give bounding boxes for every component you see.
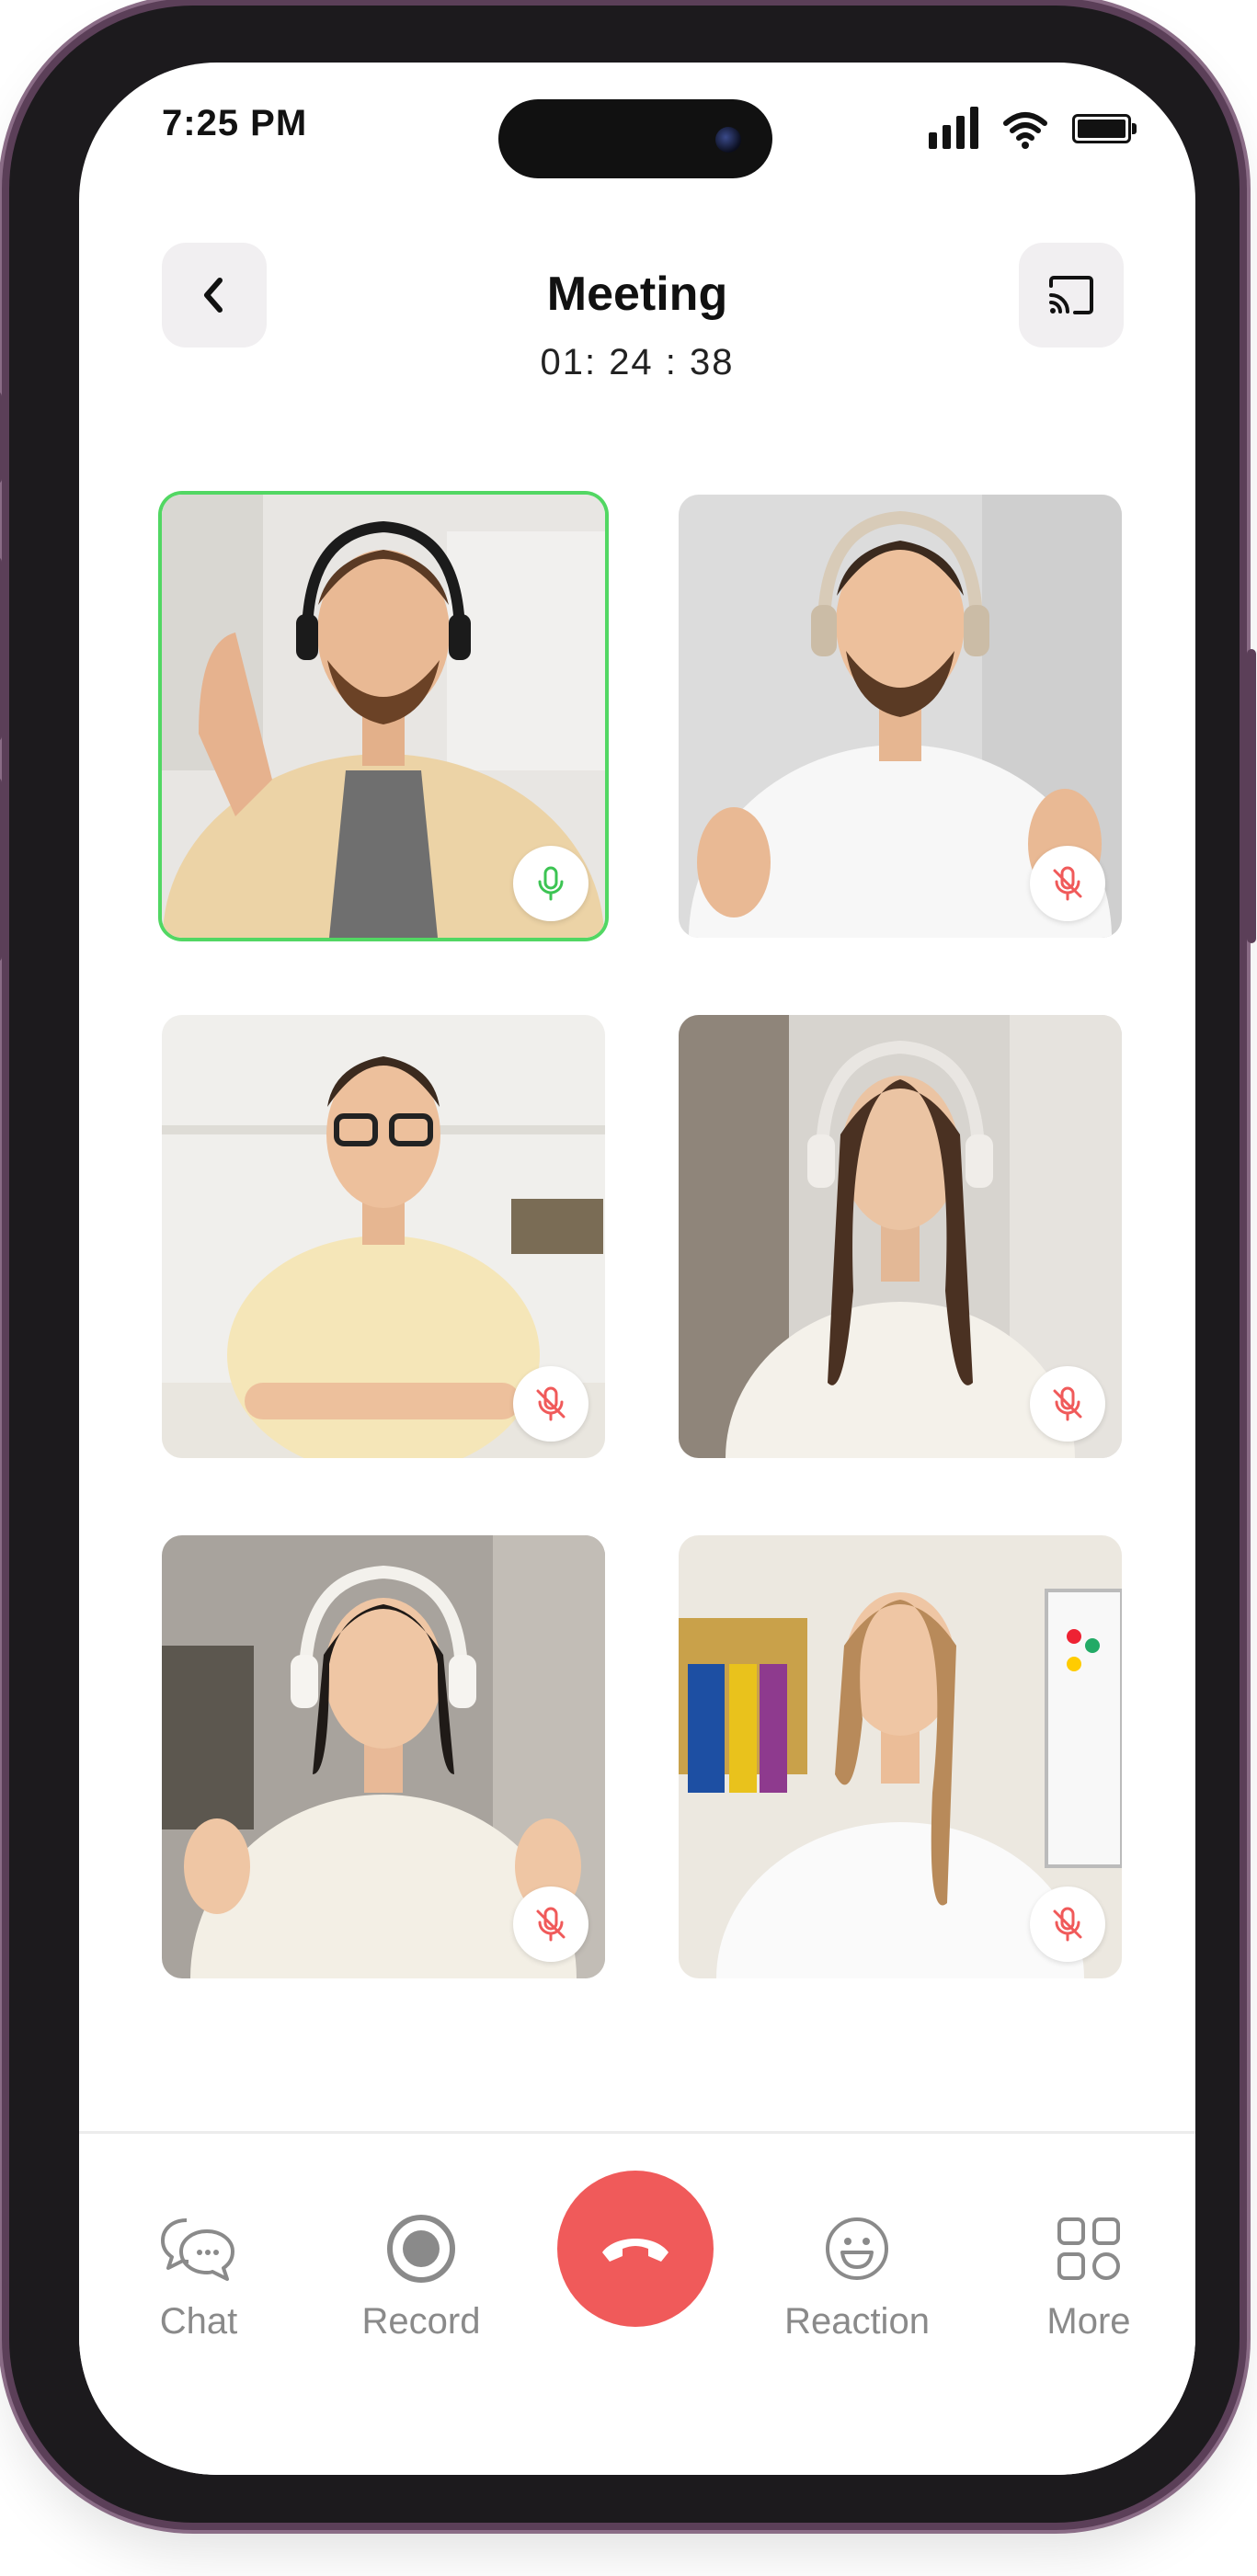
mic-off-button[interactable]	[513, 1886, 589, 1962]
mic-off-button[interactable]	[1030, 1886, 1105, 1962]
mic-off-icon	[536, 1907, 566, 1942]
phone-hangup-icon	[602, 2239, 668, 2262]
record-label: Record	[361, 2301, 481, 2342]
participant-tile-1[interactable]	[162, 495, 605, 938]
end-call-button[interactable]	[557, 2171, 714, 2327]
mic-icon	[538, 866, 564, 901]
cast-button[interactable]	[1019, 243, 1124, 348]
mic-on-button[interactable]	[513, 846, 589, 921]
signal-icon	[929, 107, 978, 149]
mic-off-icon	[536, 1386, 566, 1421]
more-button[interactable]: More	[997, 2207, 1181, 2342]
silent-switch	[0, 392, 2, 484]
participant-tile-3[interactable]	[162, 1015, 605, 1458]
power-button	[1247, 649, 1256, 943]
cast-icon	[1049, 276, 1093, 314]
mic-off-icon	[1053, 1386, 1082, 1421]
mic-off-icon	[1053, 1907, 1082, 1942]
dynamic-island	[498, 99, 772, 178]
chat-button[interactable]: Chat	[107, 2207, 291, 2342]
status-time: 7:25 PM	[162, 103, 308, 143]
wifi-icon	[1003, 112, 1047, 149]
mic-off-button[interactable]	[1030, 846, 1105, 921]
participant-tile-5[interactable]	[162, 1535, 605, 1978]
mic-off-button[interactable]	[513, 1366, 589, 1442]
participant-tile-4[interactable]	[679, 1015, 1122, 1458]
battery-icon	[1072, 114, 1137, 143]
chat-icon	[161, 2218, 234, 2281]
record-icon	[387, 2215, 455, 2283]
reaction-button[interactable]: Reaction	[765, 2207, 949, 2342]
status-icons	[929, 107, 1137, 149]
volume-down-button	[0, 778, 2, 962]
grid-icon	[1057, 2217, 1120, 2280]
mic-off-button[interactable]	[1030, 1366, 1105, 1442]
reaction-label: Reaction	[784, 2301, 930, 2342]
smiley-icon	[826, 2217, 888, 2280]
front-camera	[715, 127, 741, 153]
participant-tile-6[interactable]	[679, 1535, 1122, 1978]
volume-up-button	[0, 557, 2, 741]
participant-tile-2[interactable]	[679, 495, 1122, 938]
screen: 7:25 PM Meeting 01: 24 : 38 Chat Record …	[79, 63, 1195, 2475]
meeting-timer: 01: 24 : 38	[540, 342, 735, 382]
chat-label: Chat	[159, 2301, 238, 2342]
more-label: More	[1046, 2301, 1131, 2342]
phone-frame: 7:25 PM Meeting 01: 24 : 38 Chat Record …	[0, 6, 1256, 2523]
mic-off-icon	[1053, 866, 1082, 901]
record-button[interactable]: Record	[329, 2207, 513, 2342]
bottom-bar: Chat Record Reaction More	[79, 2131, 1195, 2475]
